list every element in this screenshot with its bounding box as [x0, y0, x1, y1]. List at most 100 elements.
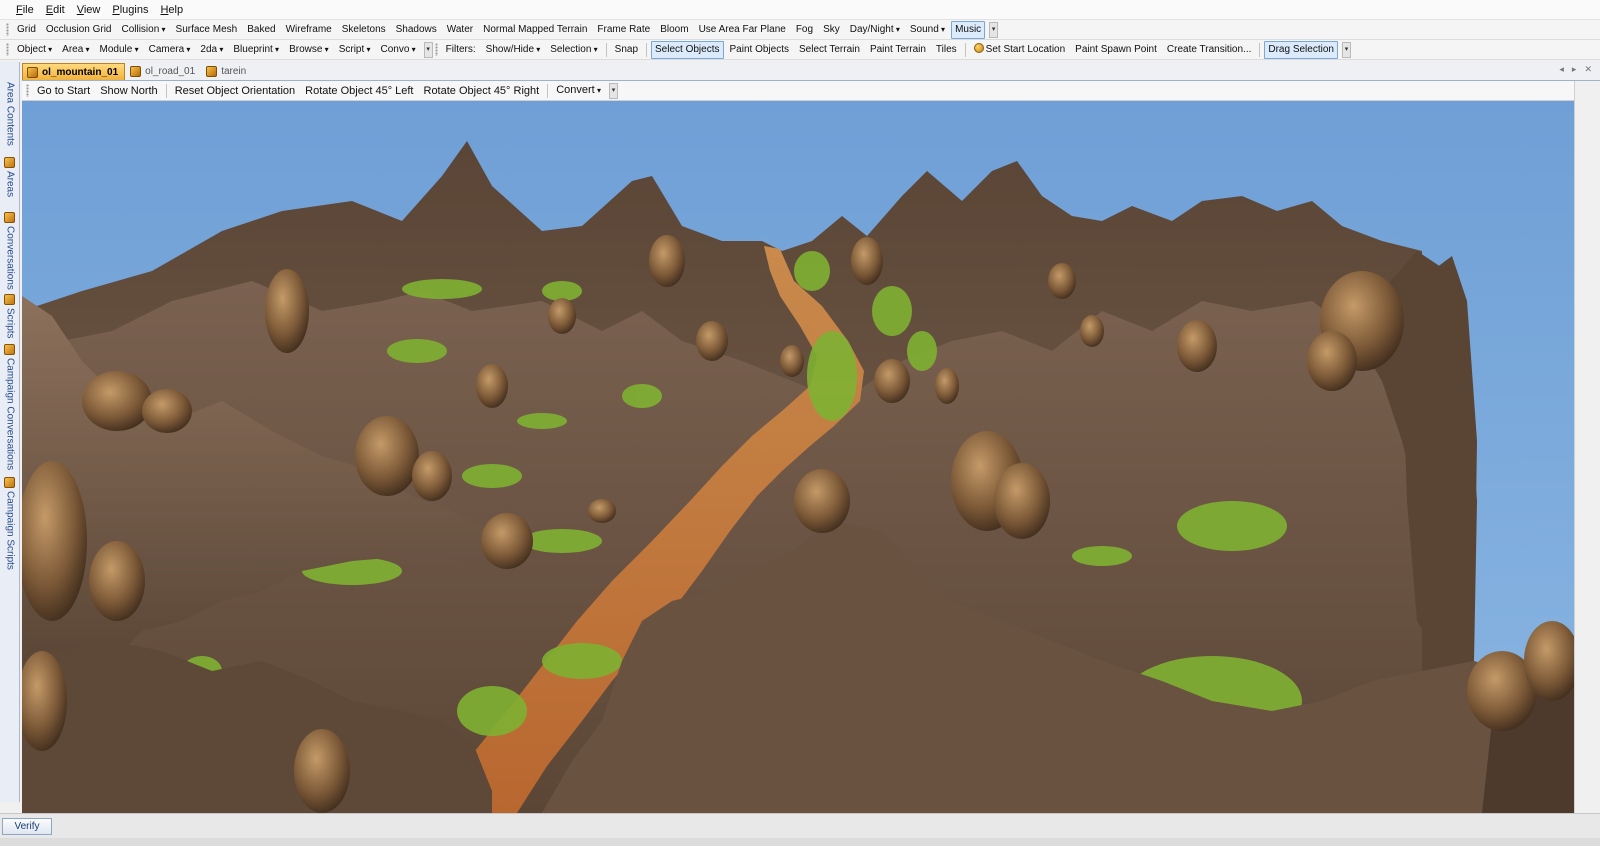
- scroll-left-icon[interactable]: ◂: [1559, 64, 1564, 75]
- toggle-baked[interactable]: Baked: [243, 21, 279, 39]
- toolbar-overflow-icon[interactable]: ▾: [989, 21, 999, 38]
- render-options-toolbar: GridOcclusion GridCollisionSurface MeshB…: [0, 20, 1600, 40]
- status-bar-bottom: [0, 838, 1600, 846]
- toggle-sound[interactable]: Sound: [906, 21, 949, 39]
- menu-view[interactable]: View: [71, 0, 107, 20]
- tab-ol-road-01[interactable]: ol_road_01: [126, 63, 201, 80]
- tab-label: ol_road_01: [145, 66, 196, 77]
- menu-file[interactable]: File: [10, 0, 40, 20]
- tab-tarein[interactable]: tarein: [202, 63, 252, 80]
- side-tab-campaign-conversations[interactable]: Campaign Conversations: [2, 344, 17, 470]
- menu-plugins[interactable]: Plugins: [106, 0, 154, 20]
- toggle-normal-mapped-terrain[interactable]: Normal Mapped Terrain: [479, 21, 591, 39]
- toolbar-grip[interactable]: [434, 43, 438, 56]
- view-reset-object-orientation-button[interactable]: Reset Object Orientation: [171, 82, 299, 100]
- view-rotate-object-45-left-button[interactable]: Rotate Object 45° Left: [301, 82, 417, 100]
- tool-set-start-location[interactable]: Set Start Location: [970, 41, 1070, 59]
- side-tab-scripts[interactable]: Scripts: [2, 294, 17, 339]
- tool-label: Paint Terrain: [869, 43, 926, 55]
- side-tab-label: Areas: [4, 171, 16, 198]
- tool-show-hide[interactable]: Show/Hide: [482, 41, 545, 59]
- menu-blueprint-dropdown[interactable]: Blueprint: [229, 41, 283, 59]
- area-icon: [27, 66, 38, 78]
- side-tab-campaign-scripts[interactable]: Campaign Scripts: [2, 477, 17, 570]
- toggle-water[interactable]: Water: [443, 21, 477, 39]
- tool-paint-objects[interactable]: Paint Objects: [726, 41, 793, 59]
- toggle-surface-mesh[interactable]: Surface Mesh: [172, 21, 242, 39]
- tool-label: Set Start Location: [985, 43, 1066, 55]
- tool-selection[interactable]: Selection: [546, 41, 601, 59]
- scroll-right-icon[interactable]: ▸: [1572, 64, 1577, 75]
- tool-snap[interactable]: Snap: [611, 41, 642, 59]
- side-tab-area-contents[interactable]: Area Contents: [2, 82, 17, 146]
- toggle-shadows[interactable]: Shadows: [392, 21, 441, 39]
- toolbar-grip[interactable]: [6, 43, 9, 56]
- menu-area-dropdown[interactable]: Area: [58, 41, 93, 59]
- toolbar-grip[interactable]: [6, 23, 9, 36]
- menu-script-dropdown[interactable]: Script: [335, 41, 375, 59]
- tool-label: Paint Spawn Point: [1075, 43, 1157, 55]
- toolbar-overflow-icon[interactable]: ▾: [423, 41, 433, 58]
- 3d-viewport[interactable]: [22, 101, 1574, 813]
- tool-create-transition[interactable]: Create Transition...: [1163, 41, 1255, 59]
- verify-button[interactable]: Verify: [2, 818, 52, 835]
- menu-2da-dropdown[interactable]: 2da: [196, 41, 227, 59]
- toggle-bloom[interactable]: Bloom: [656, 21, 692, 39]
- menu-module-dropdown[interactable]: Module: [96, 41, 143, 59]
- tool-tiles[interactable]: Tiles: [932, 41, 961, 59]
- side-tab-conversations[interactable]: Conversations: [2, 212, 17, 290]
- view-rotate-object-45-right-button[interactable]: Rotate Object 45° Right: [420, 82, 544, 100]
- toggle-frame-rate[interactable]: Frame Rate: [593, 21, 654, 39]
- toolbar-separator: [646, 42, 648, 57]
- side-tab-label: Area Contents: [4, 82, 16, 146]
- menu-edit[interactable]: Edit: [40, 0, 71, 20]
- toggle-collision[interactable]: Collision: [117, 21, 169, 39]
- menu-object-dropdown[interactable]: Object: [13, 41, 56, 59]
- toolbar-overflow-icon[interactable]: ▾: [608, 82, 618, 99]
- view-convert-button[interactable]: Convert: [552, 81, 605, 100]
- menu-browse-dropdown[interactable]: Browse: [285, 41, 333, 59]
- document-tab-strip: ol_mountain_01 ol_road_01 tarein ◂ ▸ ✕: [22, 62, 1600, 81]
- close-tab-icon[interactable]: ✕: [1584, 64, 1592, 75]
- view-show-north-button[interactable]: Show North: [96, 82, 161, 100]
- toggle-grid[interactable]: Grid: [13, 21, 40, 39]
- tab-ol-mountain-01[interactable]: ol_mountain_01: [22, 63, 126, 80]
- tool-label: Paint Objects: [729, 43, 789, 55]
- toggle-use-area-far-plane[interactable]: Use Area Far Plane: [695, 21, 790, 39]
- menu-help[interactable]: Help: [154, 0, 189, 20]
- tab-controls: ◂ ▸ ✕: [1559, 64, 1592, 75]
- toggle-wireframe[interactable]: Wireframe: [282, 21, 336, 39]
- menu-camera-dropdown[interactable]: Camera: [145, 41, 195, 59]
- tool-select-terrain[interactable]: Select Terrain: [795, 41, 864, 59]
- tool-drag-selection[interactable]: Drag Selection: [1264, 40, 1338, 59]
- toggle-skeletons[interactable]: Skeletons: [338, 21, 390, 39]
- tool-label: Snap: [614, 43, 639, 55]
- tool-paint-terrain[interactable]: Paint Terrain: [866, 41, 930, 59]
- side-panel-tabs: Area Contents Areas Conversations Scripts Ca…: [0, 62, 20, 802]
- tools-toolbar: ObjectAreaModuleCamera2daBlueprintBrowse…: [0, 40, 1600, 60]
- toolbar-separator: [605, 42, 607, 57]
- toolbar-overflow-icon[interactable]: ▾: [1341, 41, 1351, 58]
- panel-icon: [4, 344, 15, 355]
- menu-convo-dropdown[interactable]: Convo: [377, 41, 420, 59]
- panel-icon: [4, 294, 15, 305]
- side-tab-label: Conversations: [4, 226, 16, 290]
- area-icon: [206, 66, 218, 77]
- side-tab-areas[interactable]: Areas: [2, 157, 17, 197]
- toolbar-grip[interactable]: [26, 84, 29, 97]
- tool-label: Filters:: [445, 43, 476, 55]
- side-tab-label: Scripts: [4, 308, 16, 339]
- tool-paint-spawn-point[interactable]: Paint Spawn Point: [1071, 41, 1161, 59]
- toolbar-separator: [964, 42, 966, 57]
- toggle-fog[interactable]: Fog: [792, 21, 817, 39]
- tool-label: Show/Hide: [485, 43, 535, 55]
- tool-select-objects[interactable]: Select Objects: [651, 40, 724, 59]
- toggle-day-night[interactable]: Day/Night: [846, 21, 904, 39]
- terrain-scene[interactable]: [22, 101, 1574, 813]
- tool-label: Select Terrain: [798, 43, 860, 55]
- toggle-sky[interactable]: Sky: [819, 21, 844, 39]
- toggle-music[interactable]: Music: [951, 20, 986, 39]
- panel-icon: [4, 477, 15, 488]
- toggle-occlusion-grid[interactable]: Occlusion Grid: [42, 21, 116, 39]
- view-go-to-start-button[interactable]: Go to Start: [33, 82, 94, 100]
